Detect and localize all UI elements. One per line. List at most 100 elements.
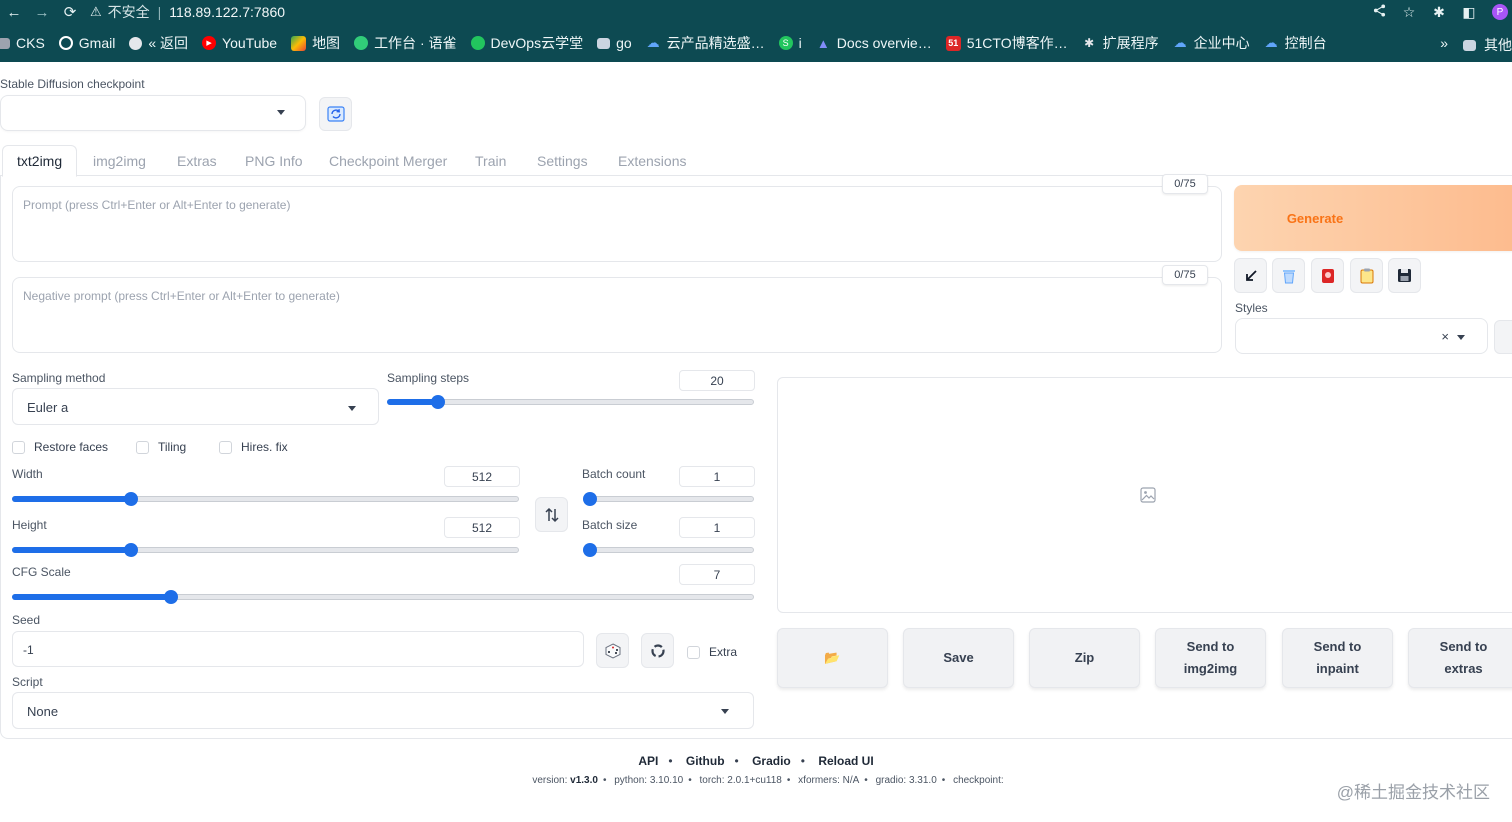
tab-extras[interactable]: Extras	[177, 145, 217, 176]
footer-link-gradio[interactable]: Gradio	[752, 754, 791, 768]
clear-prompt-button[interactable]	[1272, 258, 1305, 293]
profile-avatar[interactable]: P	[1492, 4, 1508, 20]
url-text[interactable]: 118.89.122.7:7860	[169, 4, 285, 20]
negative-prompt-textarea[interactable]: Negative prompt (press Ctrl+Enter or Alt…	[12, 277, 1222, 353]
reload-icon[interactable]: ⟳	[56, 0, 84, 24]
extra-seed-checkbox[interactable]: Extra	[687, 645, 737, 659]
bookmark-item[interactable]: ▶ YouTube	[202, 35, 277, 51]
bookmark-item[interactable]: 地图	[291, 33, 340, 53]
bookmark-item[interactable]: 51 51CTO博客作…	[945, 33, 1068, 53]
extra-networks-button[interactable]	[1311, 258, 1344, 293]
batch-count-slider[interactable]	[583, 491, 754, 507]
slider-handle[interactable]	[431, 395, 446, 409]
tab-txt2img[interactable]: txt2img	[2, 145, 78, 177]
tab-img2img[interactable]: img2img	[93, 145, 146, 176]
other-bookmarks[interactable]: 其他	[1463, 35, 1512, 55]
tab-extensions[interactable]: Extensions	[618, 145, 686, 176]
bookmark-item[interactable]: « 返回	[129, 33, 188, 53]
send-to-inpaint-button[interactable]: Send to inpaint	[1282, 628, 1393, 688]
bookmark-item[interactable]: ☁ 企业中心	[1173, 33, 1250, 53]
back-arrow-icon[interactable]: ←	[0, 0, 28, 24]
width-slider[interactable]	[12, 491, 519, 507]
checkbox-box[interactable]	[12, 440, 25, 454]
bookmark-item[interactable]: ☁ 云产品精选盛…	[646, 33, 765, 53]
forward-arrow-icon[interactable]: →	[28, 0, 56, 24]
cto-icon: 51	[945, 35, 961, 51]
sampling-method-dropdown[interactable]: Euler a	[12, 388, 379, 425]
swap-dimensions-button[interactable]	[535, 497, 568, 532]
apply-style-button[interactable]	[1350, 258, 1383, 293]
footer-link-github[interactable]: Github	[686, 754, 725, 768]
folder-icon	[597, 37, 611, 49]
refresh-checkpoint-button[interactable]	[319, 97, 352, 131]
clear-icon[interactable]: ×	[1441, 329, 1449, 344]
bookmark-item[interactable]: ✱ 扩展程序	[1082, 33, 1159, 53]
tab-checkpoint-merger[interactable]: Checkpoint Merger	[329, 145, 447, 176]
sampling-steps-slider[interactable]	[387, 394, 754, 410]
globe-icon	[129, 36, 143, 50]
slider-handle[interactable]	[163, 590, 178, 604]
bookmark-item[interactable]: Gmail	[58, 35, 115, 51]
dice-icon	[605, 642, 620, 659]
extensions-puzzle-icon[interactable]: ✱	[1424, 4, 1454, 21]
footer-version-info: version: v1.3.0 • python: 3.10.10 • torch:…	[532, 775, 1004, 786]
checkpoint-dropdown[interactable]	[0, 95, 306, 131]
hires-fix-checkbox[interactable]: Hires. fix	[219, 440, 288, 454]
batch-size-slider[interactable]	[583, 542, 754, 558]
seed-input[interactable]: -1	[12, 631, 584, 667]
batch-count-input[interactable]: 1	[679, 466, 755, 487]
bookmarks-more-chevron-icon[interactable]: »	[1440, 35, 1448, 51]
cfg-scale-slider[interactable]	[12, 589, 754, 605]
width-input[interactable]: 512	[444, 466, 520, 487]
bookmark-item[interactable]: CKS	[0, 35, 45, 51]
slider-handle[interactable]	[583, 543, 597, 557]
tab-train[interactable]: Train	[475, 145, 506, 176]
tab-png-info[interactable]: PNG Info	[245, 145, 303, 176]
side-panel-icon[interactable]: ◧	[1454, 4, 1484, 21]
slider-handle[interactable]	[123, 543, 138, 557]
tab-settings[interactable]: Settings	[537, 145, 588, 176]
sampling-steps-input[interactable]: 20	[679, 370, 755, 391]
read-params-button[interactable]	[1234, 258, 1267, 293]
checkbox-box[interactable]	[687, 645, 700, 659]
star-icon[interactable]: ☆	[1394, 4, 1424, 21]
batch-size-label: Batch size	[582, 518, 638, 532]
height-label: Height	[12, 518, 47, 532]
bookmark-item[interactable]: DevOps云学堂	[470, 33, 583, 53]
send-to-extras-button[interactable]: Send to extras	[1408, 628, 1512, 688]
bookmark-item[interactable]: 工作台 · 语雀	[354, 33, 457, 53]
checkbox-box[interactable]	[219, 440, 232, 454]
script-dropdown[interactable]: None	[12, 692, 754, 729]
tiling-checkbox[interactable]: Tiling	[136, 440, 186, 454]
share-icon[interactable]	[1364, 4, 1394, 20]
bookmark-item[interactable]: S i	[778, 35, 802, 51]
height-slider[interactable]	[12, 542, 519, 558]
batch-size-input[interactable]: 1	[679, 517, 755, 538]
random-seed-button[interactable]	[596, 633, 629, 668]
height-input[interactable]: 512	[444, 517, 520, 538]
footer-links: API • Github • Gradio • Reload UI	[638, 754, 874, 768]
open-folder-button[interactable]: 📂	[777, 628, 888, 688]
slider-handle[interactable]	[583, 492, 597, 506]
browser-address-bar: ← → ⟳ ⚠ 不安全 | 118.89.122.7:7860 ☆ ✱ ◧ P	[0, 0, 1512, 24]
send-to-img2img-button[interactable]: Send to img2img	[1155, 628, 1266, 688]
restore-faces-checkbox[interactable]: Restore faces	[12, 440, 108, 454]
checkbox-box[interactable]	[136, 440, 149, 454]
refresh-icon	[326, 106, 345, 122]
reuse-seed-button[interactable]	[641, 633, 674, 668]
styles-dropdown[interactable]: ×	[1235, 318, 1488, 354]
footer-link-api[interactable]: API	[638, 754, 658, 768]
cfg-scale-input[interactable]: 7	[679, 564, 755, 585]
prompt-textarea[interactable]: Prompt (press Ctrl+Enter or Alt+Enter to…	[12, 186, 1222, 262]
zip-button[interactable]: Zip	[1029, 628, 1140, 688]
save-button[interactable]: Save	[903, 628, 1014, 688]
bookmark-item[interactable]: ▲ Docs overvie…	[816, 35, 932, 51]
refresh-styles-button[interactable]	[1494, 320, 1512, 354]
generate-button[interactable]: Generate	[1234, 185, 1512, 251]
slider-handle[interactable]	[123, 492, 138, 506]
save-style-button[interactable]	[1388, 258, 1421, 293]
footer-link-reload-ui[interactable]: Reload UI	[818, 754, 873, 768]
bookmark-item[interactable]: ☁ 控制台	[1264, 33, 1327, 53]
bookmark-item[interactable]: go	[597, 35, 632, 51]
omnibox[interactable]: ⚠ 不安全 | 118.89.122.7:7860	[90, 0, 285, 24]
